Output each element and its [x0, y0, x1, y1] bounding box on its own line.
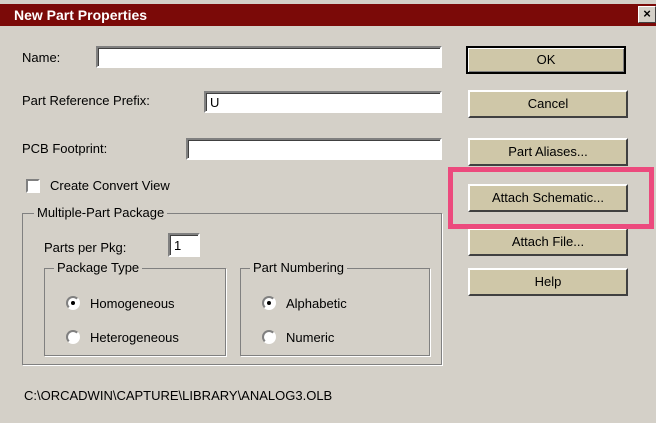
window-title: New Part Properties [14, 7, 148, 23]
parts-per-pkg-field[interactable] [168, 233, 200, 257]
heterogeneous-label[interactable]: Heterogeneous [90, 330, 179, 345]
part-reference-prefix-field[interactable] [204, 91, 442, 113]
part-numbering-title: Part Numbering [250, 260, 348, 275]
title-bar[interactable]: New Part Properties × [0, 4, 656, 26]
homogeneous-label[interactable]: Homogeneous [90, 296, 175, 311]
part-reference-prefix-label: Part Reference Prefix: [22, 93, 150, 108]
pcb-footprint-label: PCB Footprint: [22, 141, 108, 156]
highlight-box [448, 167, 654, 229]
library-path: C:\ORCADWIN\CAPTURE\LIBRARY\ANALOG3.OLB [24, 388, 333, 403]
new-part-properties-dialog: New Part Properties × Name: Part Referen… [0, 0, 656, 423]
ok-button[interactable]: OK [466, 46, 626, 74]
create-convert-view-label[interactable]: Create Convert View [50, 178, 170, 193]
name-field[interactable] [96, 46, 442, 68]
pcb-footprint-field[interactable] [186, 138, 442, 160]
create-convert-view-checkbox[interactable] [26, 179, 40, 193]
radio-selected-dot [71, 301, 75, 305]
alphabetic-label[interactable]: Alphabetic [286, 296, 347, 311]
package-type-title: Package Type [54, 260, 143, 275]
part-aliases-button[interactable]: Part Aliases... [468, 138, 628, 166]
multiple-part-package-title: Multiple-Part Package [34, 205, 168, 220]
parts-per-pkg-label: Parts per Pkg: [44, 240, 127, 255]
cancel-button[interactable]: Cancel [468, 90, 628, 118]
heterogeneous-radio[interactable] [66, 330, 80, 344]
numeric-radio[interactable] [262, 330, 276, 344]
radio-selected-dot [267, 301, 271, 305]
close-button[interactable]: × [638, 6, 656, 23]
close-icon: × [643, 6, 651, 21]
attach-file-button[interactable]: Attach File... [468, 228, 628, 256]
numeric-label[interactable]: Numeric [286, 330, 334, 345]
name-label: Name: [22, 50, 61, 65]
homogeneous-radio[interactable] [66, 296, 80, 310]
alphabetic-radio[interactable] [262, 296, 276, 310]
help-button[interactable]: Help [468, 268, 628, 296]
